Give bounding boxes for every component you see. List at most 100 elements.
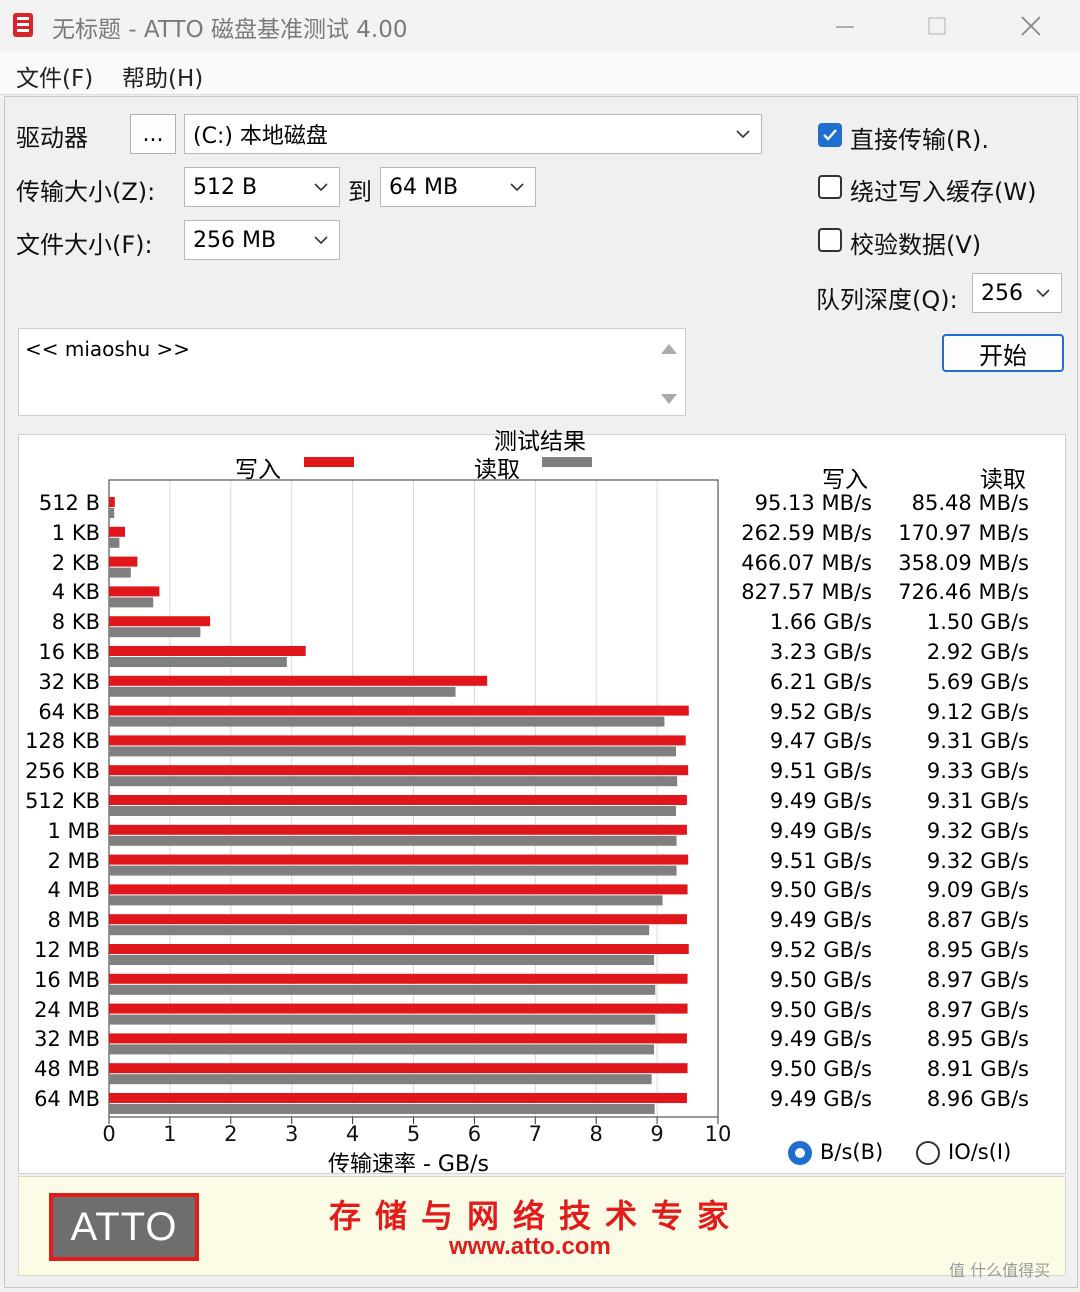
write-bar bbox=[109, 1003, 688, 1014]
write-bar bbox=[109, 1093, 687, 1103]
read-value: 8.95 GB/s bbox=[926, 1027, 1029, 1052]
write-bar bbox=[109, 586, 160, 597]
row-label: 512 KB bbox=[25, 789, 100, 813]
write-bar bbox=[109, 556, 138, 567]
banner-slogan: 存储与网络技术专家 bbox=[329, 1197, 744, 1235]
write-value: 9.52 GB/s bbox=[769, 699, 872, 724]
write-value: 1.66 GB/s bbox=[769, 610, 872, 635]
read-value: 9.31 GB/s bbox=[926, 729, 1029, 754]
write-value: 9.51 GB/s bbox=[769, 848, 872, 873]
read-bar bbox=[109, 895, 663, 906]
read-value: 9.31 GB/s bbox=[926, 789, 1029, 813]
row-label: 12 MB bbox=[34, 938, 100, 962]
write-value: 9.49 GB/s bbox=[769, 1027, 872, 1052]
write-value: 9.47 GB/s bbox=[769, 729, 872, 754]
row-label: 512 B bbox=[38, 491, 100, 515]
read-bar bbox=[109, 537, 120, 548]
read-value: 8.87 GB/s bbox=[926, 908, 1029, 933]
row-label: 48 MB bbox=[34, 1057, 100, 1082]
row-label: 16 MB bbox=[34, 967, 100, 992]
write-bar bbox=[109, 884, 688, 895]
write-bar bbox=[109, 646, 306, 656]
read-value: 9.33 GB/s bbox=[926, 759, 1029, 784]
read-bar bbox=[109, 746, 676, 757]
read-value: 358.09 MB/s bbox=[898, 550, 1029, 575]
write-bar bbox=[109, 1063, 688, 1074]
write-bar bbox=[109, 944, 689, 954]
row-label: 8 MB bbox=[47, 908, 100, 933]
read-bar bbox=[109, 835, 677, 846]
x-tick-label: 2 bbox=[224, 1122, 237, 1146]
row-label: 24 MB bbox=[34, 997, 100, 1022]
write-value: 6.21 GB/s bbox=[769, 669, 872, 694]
x-tick-label: 4 bbox=[346, 1122, 359, 1146]
write-bar bbox=[109, 765, 689, 776]
read-value: 8.97 GB/s bbox=[926, 967, 1029, 992]
read-bar bbox=[109, 627, 201, 638]
row-label: 64 MB bbox=[34, 1087, 100, 1111]
read-bar bbox=[109, 1074, 652, 1085]
read-value: 85.48 MB/s bbox=[911, 491, 1029, 515]
watermark: 值 什么值得买 bbox=[949, 1261, 1051, 1280]
read-value: 8.96 GB/s bbox=[926, 1087, 1029, 1111]
x-tick-label: 6 bbox=[468, 1122, 481, 1146]
row-label: 2 MB bbox=[47, 848, 100, 873]
x-tick-label: 5 bbox=[407, 1122, 420, 1146]
read-value: 9.12 GB/s bbox=[926, 699, 1029, 724]
read-value: 9.09 GB/s bbox=[926, 878, 1029, 903]
write-value: 95.13 MB/s bbox=[754, 491, 872, 515]
read-bar bbox=[109, 1104, 655, 1114]
write-bar bbox=[109, 824, 687, 835]
read-bar bbox=[109, 508, 115, 518]
write-bar bbox=[109, 616, 211, 627]
row-label: 1 MB bbox=[47, 818, 100, 843]
read-value: 2.92 GB/s bbox=[926, 640, 1029, 664]
x-tick-label: 3 bbox=[285, 1122, 298, 1146]
read-value: 726.46 MB/s bbox=[898, 580, 1029, 605]
read-value: 170.97 MB/s bbox=[898, 520, 1029, 545]
unit-bytes-radio[interactable] bbox=[788, 1141, 812, 1165]
write-bar bbox=[109, 854, 689, 865]
unit-io-radio[interactable] bbox=[916, 1141, 940, 1165]
x-tick-label: 7 bbox=[529, 1122, 542, 1146]
read-bar bbox=[109, 597, 154, 608]
write-value: 9.50 GB/s bbox=[769, 997, 872, 1022]
read-bar bbox=[109, 657, 287, 667]
write-bar bbox=[109, 795, 687, 805]
row-label: 128 KB bbox=[25, 729, 100, 754]
write-value: 262.59 MB/s bbox=[741, 520, 872, 545]
unit-bytes-label[interactable]: B/s(B) bbox=[820, 1140, 883, 1164]
row-label: 1 KB bbox=[51, 520, 100, 545]
write-value: 9.51 GB/s bbox=[769, 759, 872, 784]
read-value: 8.95 GB/s bbox=[926, 938, 1029, 962]
row-label: 2 KB bbox=[51, 550, 100, 575]
read-value: 5.69 GB/s bbox=[926, 669, 1029, 694]
x-tick-label: 8 bbox=[590, 1122, 603, 1146]
write-bar bbox=[109, 675, 488, 686]
banner-url[interactable]: www.atto.com bbox=[449, 1233, 611, 1261]
read-bar bbox=[109, 716, 665, 727]
read-value: 1.50 GB/s bbox=[926, 610, 1029, 635]
atto-logo-text: ATTO bbox=[53, 1197, 195, 1257]
write-value: 9.52 GB/s bbox=[769, 938, 872, 962]
x-tick-label: 10 bbox=[705, 1122, 732, 1146]
write-value: 9.49 GB/s bbox=[769, 789, 872, 813]
row-label: 4 KB bbox=[51, 580, 100, 605]
read-bar bbox=[109, 776, 678, 787]
read-value: 9.32 GB/s bbox=[926, 848, 1029, 873]
write-value: 3.23 GB/s bbox=[769, 640, 872, 664]
atto-banner: ATTO 存储与网络技术专家 www.atto.com 值 什么值得买 bbox=[18, 1176, 1066, 1280]
read-value: 8.97 GB/s bbox=[926, 997, 1029, 1022]
read-bar bbox=[109, 567, 131, 578]
read-value: 8.91 GB/s bbox=[926, 1057, 1029, 1082]
row-label: 16 KB bbox=[38, 640, 100, 664]
read-bar bbox=[109, 686, 456, 697]
write-bar bbox=[109, 497, 115, 507]
row-label: 32 KB bbox=[38, 669, 100, 694]
unit-io-label[interactable]: IO/s(I) bbox=[948, 1140, 1011, 1164]
read-bar bbox=[109, 955, 655, 965]
write-bar bbox=[109, 973, 688, 984]
row-label: 32 MB bbox=[34, 1027, 100, 1052]
read-bar bbox=[109, 1014, 656, 1025]
write-value: 9.50 GB/s bbox=[769, 1057, 872, 1082]
